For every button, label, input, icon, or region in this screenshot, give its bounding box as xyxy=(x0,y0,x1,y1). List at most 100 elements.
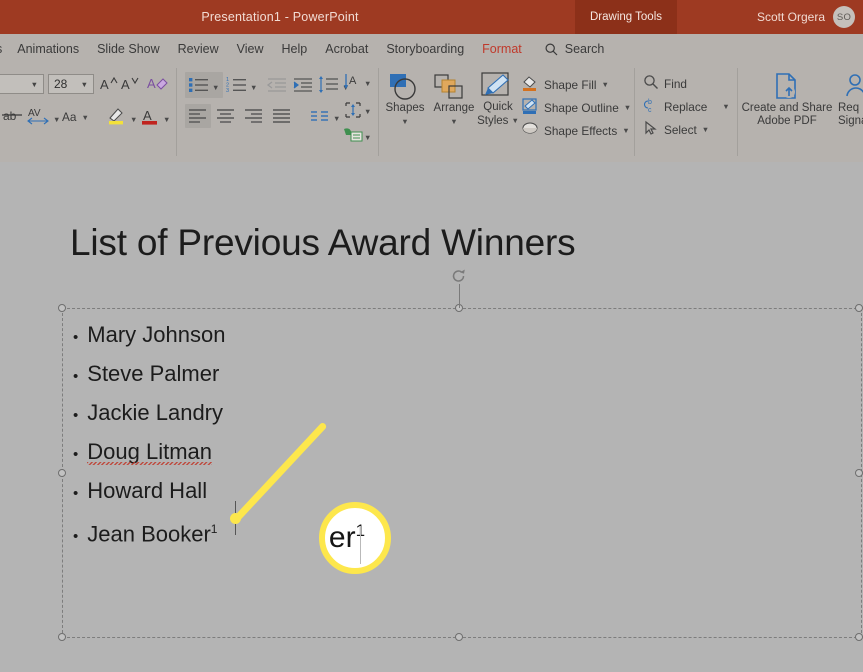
text-highlight-color-icon[interactable] xyxy=(107,106,127,131)
search-box[interactable]: Search xyxy=(545,42,604,56)
spelling-error-underline xyxy=(87,462,213,465)
slide-canvas[interactable]: List of Previous Award Winners • Mary Jo… xyxy=(0,164,863,672)
line-spacing-icon[interactable] xyxy=(318,75,340,100)
content-placeholder-textbox[interactable]: • Mary Johnson • Steve Palmer • Jackie L… xyxy=(62,308,862,638)
shapes-button[interactable]: Shapes ▼ xyxy=(381,102,429,128)
bullets-icon[interactable] xyxy=(188,75,210,100)
resize-handle-middle-right[interactable] xyxy=(855,469,863,477)
shape-outline-icon xyxy=(521,97,539,118)
align-left-icon[interactable] xyxy=(188,108,208,129)
powerpoint-window: Presentation1 - PowerPoint Drawing Tools… xyxy=(0,0,863,672)
align-text-icon[interactable] xyxy=(343,100,363,125)
tab-format[interactable]: Format xyxy=(473,34,531,64)
slide-title[interactable]: List of Previous Award Winners xyxy=(70,222,576,264)
user-account-area[interactable]: Scott Orgera SO xyxy=(757,0,855,34)
chevron-down-icon[interactable]: ▼ xyxy=(163,115,170,124)
create-share-pdf-icon[interactable] xyxy=(773,72,801,105)
chevron-down-icon: ▼ xyxy=(601,80,609,89)
chevron-down-icon: ▼ xyxy=(511,116,519,125)
align-center-icon[interactable] xyxy=(216,108,236,129)
chevron-down-icon[interactable]: ▼ xyxy=(333,114,340,123)
decrease-indent-icon[interactable] xyxy=(266,75,288,100)
font-size-combo[interactable]: 28 ▼ xyxy=(48,74,94,94)
arrange-button[interactable]: Arrange ▼ xyxy=(429,102,479,128)
svg-text:A: A xyxy=(100,77,109,92)
list-item[interactable]: • Jackie Landry xyxy=(73,393,225,432)
footnote-superscript: 1 xyxy=(210,522,218,536)
replace-button[interactable]: bc Replace ▼ xyxy=(643,97,730,116)
tab-transitions-truncated[interactable]: s xyxy=(0,34,8,64)
arrange-label: Arrange xyxy=(433,102,475,114)
chevron-down-icon[interactable]: ▼ xyxy=(53,115,60,124)
list-item[interactable]: • Mary Johnson xyxy=(73,315,225,354)
character-spacing-icon[interactable]: AV xyxy=(27,106,51,131)
create-and-share-adobe-pdf-button[interactable]: Create and Share Adobe PDF xyxy=(736,102,838,128)
rotate-handle[interactable] xyxy=(451,268,467,284)
quick-styles-button[interactable]: Quick Styles ▼ xyxy=(477,100,519,128)
request-signatures-button[interactable]: Req Signa xyxy=(838,102,863,128)
callout-anchor-dot xyxy=(230,513,241,524)
avatar[interactable]: SO xyxy=(833,6,855,28)
tab-animations[interactable]: Animations xyxy=(8,34,88,64)
tab-review[interactable]: Review xyxy=(169,34,228,64)
grow-font-icon[interactable]: A xyxy=(99,75,119,98)
chevron-down-icon[interactable]: ▼ xyxy=(212,83,219,92)
list-item-label: Howard Hall xyxy=(87,478,208,503)
search-icon xyxy=(545,42,558,56)
chevron-down-icon[interactable]: ▼ xyxy=(250,83,257,92)
chevron-down-icon: ▼ xyxy=(622,126,630,135)
change-case-button[interactable]: Aa ▼ xyxy=(62,110,89,124)
shape-effects-button[interactable]: Shape Effects ▼ xyxy=(521,120,630,141)
resize-handle-bottom-center[interactable] xyxy=(455,633,463,641)
replace-icon: bc xyxy=(643,97,659,116)
resize-handle-top-left[interactable] xyxy=(58,304,66,312)
shape-outline-label: Shape Outline xyxy=(544,100,619,115)
select-button[interactable]: Select ▼ xyxy=(643,120,709,139)
magnified-text-cursor xyxy=(360,526,361,564)
align-right-icon[interactable] xyxy=(244,108,264,129)
tab-storyboarding[interactable]: Storyboarding xyxy=(377,34,473,64)
resize-handle-top-right[interactable] xyxy=(855,304,863,312)
tab-view[interactable]: View xyxy=(228,34,273,64)
contextual-tab-drawing-tools[interactable]: Drawing Tools xyxy=(575,0,677,34)
strikethrough-icon[interactable]: ab xyxy=(2,106,24,129)
svg-text:A: A xyxy=(143,108,152,123)
clear-formatting-icon[interactable]: A xyxy=(147,74,169,99)
ribbon-tab-strip: s Animations Slide Show Review View Help… xyxy=(0,34,863,64)
shape-fill-icon xyxy=(521,74,539,95)
resize-handle-bottom-right[interactable] xyxy=(855,633,863,641)
columns-icon[interactable] xyxy=(310,109,330,128)
list-item-label: Jackie Landry xyxy=(87,400,224,425)
numbering-icon[interactable]: 1 2 3 xyxy=(226,75,248,100)
chevron-down-icon[interactable]: ▼ xyxy=(130,115,137,124)
list-item[interactable]: • Howard Hall xyxy=(73,471,225,510)
find-button[interactable]: Find xyxy=(643,74,687,93)
svg-text:A: A xyxy=(147,76,156,91)
convert-to-smartart-icon[interactable] xyxy=(343,126,363,149)
shape-fill-button[interactable]: Shape Fill ▼ xyxy=(521,74,609,95)
shape-outline-button[interactable]: Shape Outline ▼ xyxy=(521,97,631,118)
text-direction-icon[interactable]: A xyxy=(342,72,362,97)
chevron-down-icon[interactable]: ▼ xyxy=(364,133,371,142)
list-item[interactable]: • Jean Booker1 xyxy=(73,510,225,549)
shrink-font-icon[interactable]: A xyxy=(120,75,140,98)
tab-help[interactable]: Help xyxy=(273,34,317,64)
resize-handle-bottom-left[interactable] xyxy=(58,633,66,641)
create-share-line2: Adobe PDF xyxy=(757,115,817,127)
chevron-down-icon[interactable]: ▼ xyxy=(364,79,371,88)
font-family-combo[interactable]: ▼ xyxy=(0,74,44,94)
tab-acrobat[interactable]: Acrobat xyxy=(316,34,377,64)
increase-indent-icon[interactable] xyxy=(292,75,314,100)
request-signatures-icon[interactable] xyxy=(845,72,863,105)
list-item[interactable]: • Doug Litman xyxy=(73,432,225,471)
justify-icon[interactable] xyxy=(272,108,292,129)
magnified-text-main: er xyxy=(328,521,356,554)
resize-handle-middle-left[interactable] xyxy=(58,469,66,477)
tab-slide-show[interactable]: Slide Show xyxy=(88,34,169,64)
list-item-label: Doug Litman xyxy=(87,432,213,471)
list-item[interactable]: • Steve Palmer xyxy=(73,354,225,393)
document-title: Presentation1 - PowerPoint xyxy=(201,10,359,24)
font-color-icon[interactable]: A xyxy=(140,106,160,131)
chevron-down-icon[interactable]: ▼ xyxy=(364,107,371,116)
ribbon: ▼ 28 ▼ A A A ab AV ▼ Aa ▼ ▼ A ▼ ▼ 1 2 3 … xyxy=(0,64,863,229)
